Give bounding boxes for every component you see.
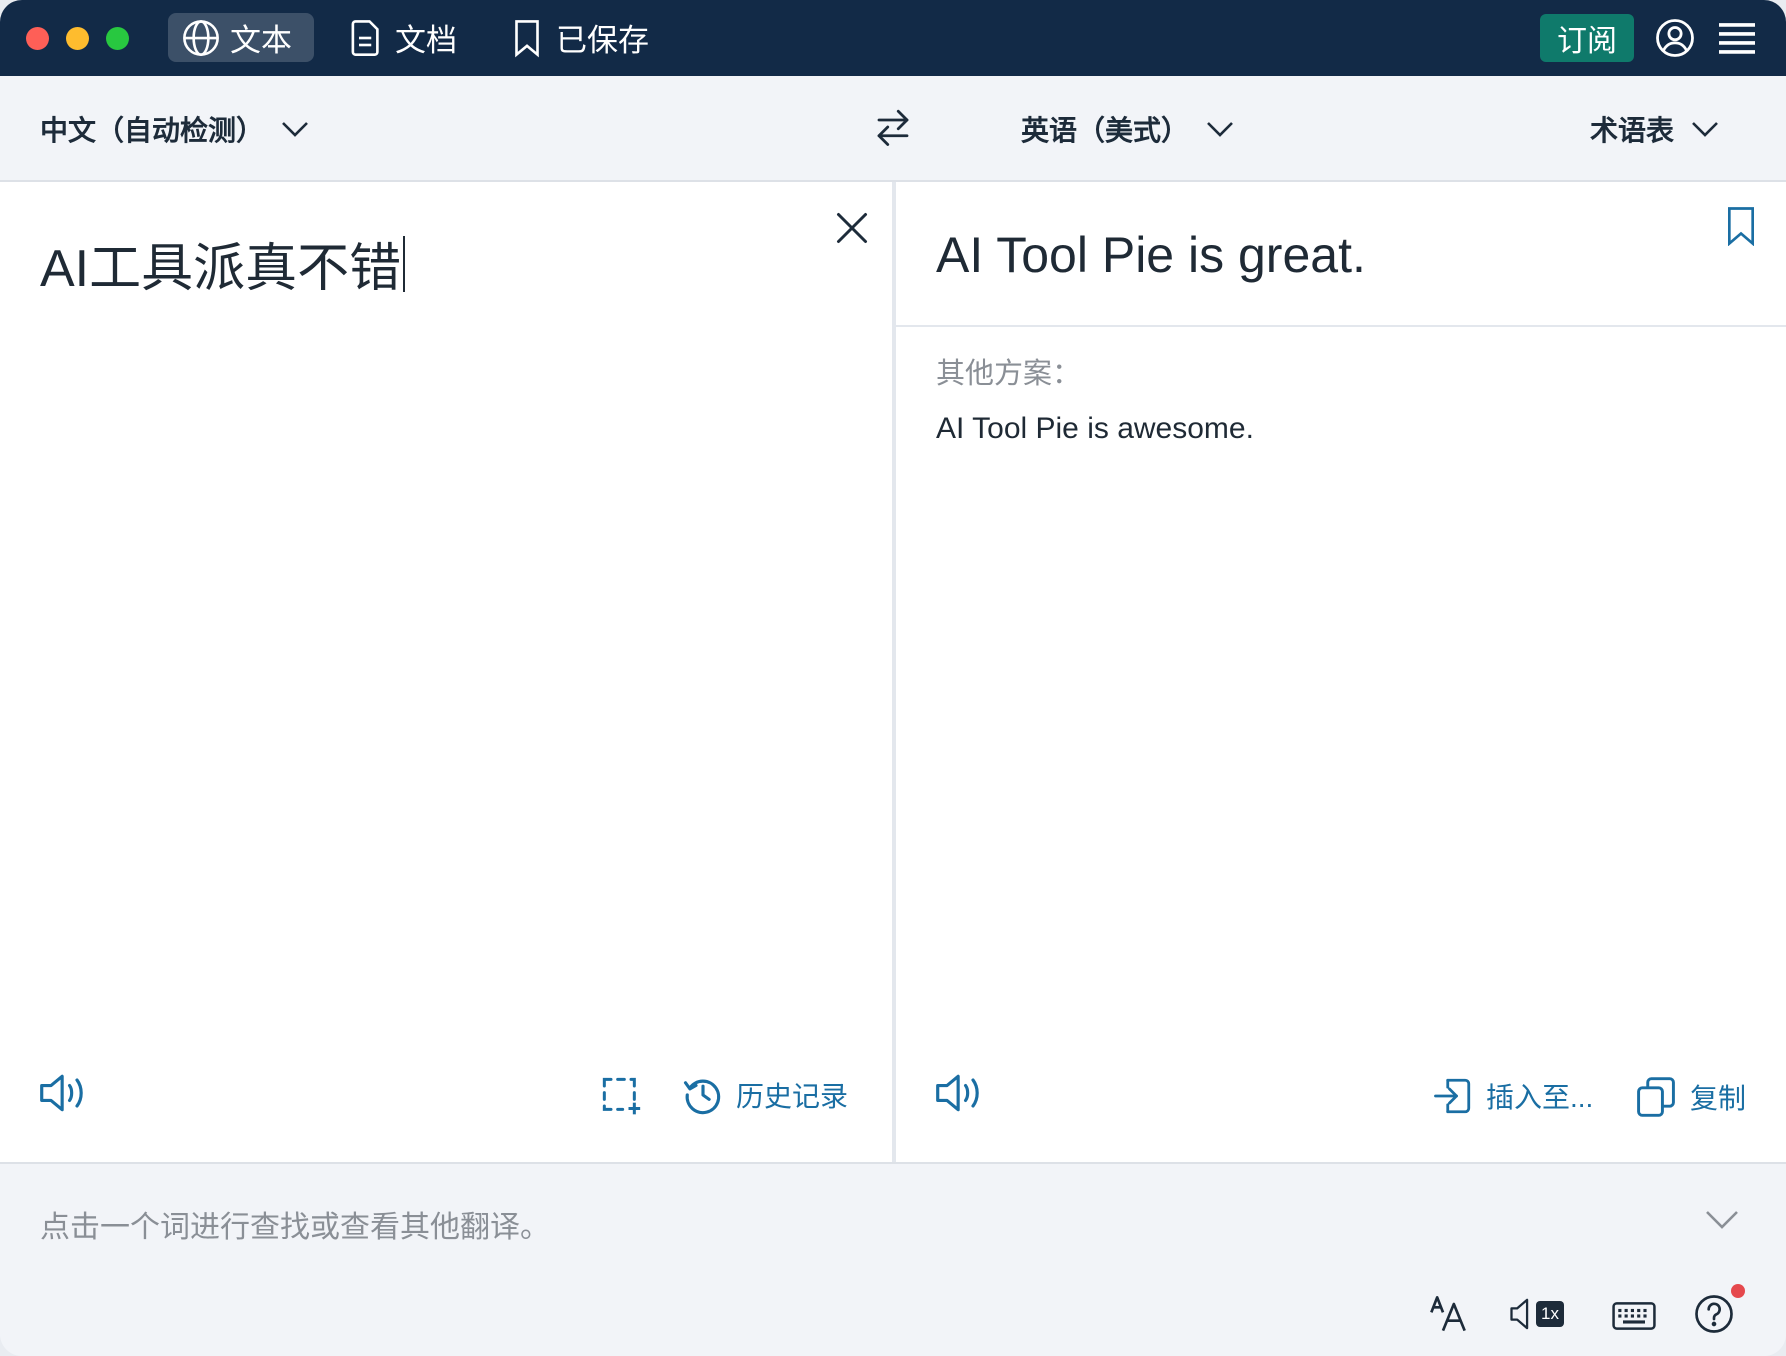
- history-label: 历史记录: [736, 1081, 849, 1112]
- target-language-select[interactable]: 英语（美式）: [1021, 109, 1235, 149]
- source-language-select[interactable]: 中文（自动检测）: [40, 109, 310, 149]
- zoom-window-button[interactable]: [106, 27, 129, 50]
- tab-saved[interactable]: 已保存: [494, 13, 664, 62]
- chevron-down-icon: [1207, 122, 1233, 137]
- subscribe-button[interactable]: 订阅: [1540, 14, 1634, 62]
- translation-text[interactable]: AI Tool Pie is great.: [936, 226, 1366, 284]
- tab-text[interactable]: 文本: [168, 13, 314, 62]
- tab-documents-label: 文档: [395, 23, 457, 58]
- screen-capture-icon[interactable]: [600, 1076, 642, 1116]
- target-language-label: 英语（美式）: [1021, 115, 1190, 146]
- source-text-input[interactable]: AI工具派真不错: [40, 226, 406, 301]
- tab-text-label: 文本: [230, 23, 292, 58]
- speech-speed-value: 1x: [1536, 1301, 1564, 1327]
- source-panel: AI工具派真不错 历史记录: [0, 182, 892, 1162]
- copy-label: 复制: [1690, 1083, 1747, 1114]
- tab-documents[interactable]: 文档: [333, 13, 473, 62]
- copy-button[interactable]: 复制: [1634, 1075, 1746, 1119]
- tab-saved-label: 已保存: [556, 23, 649, 58]
- help-icon[interactable]: [1694, 1294, 1734, 1334]
- bookmark-icon: [515, 19, 539, 57]
- swap-languages-button[interactable]: [872, 106, 914, 148]
- text-caret: [403, 236, 406, 292]
- globe-icon: [183, 19, 219, 56]
- close-icon[interactable]: [834, 210, 870, 246]
- insert-to-button[interactable]: 插入至...: [1432, 1075, 1593, 1117]
- keyboard-icon[interactable]: [1612, 1298, 1656, 1334]
- history-button[interactable]: 历史记录: [682, 1074, 848, 1116]
- close-window-button[interactable]: [26, 27, 49, 50]
- insert-label: 插入至...: [1486, 1082, 1594, 1113]
- chevron-down-icon: [1692, 122, 1718, 137]
- source-text: AI工具派真不错: [40, 240, 402, 298]
- dictionary-bar: 点击一个词进行查找或查看其他翻译。 1x: [0, 1162, 1786, 1356]
- minimize-window-button[interactable]: [66, 27, 89, 50]
- target-panel: AI Tool Pie is great. 其他方案： AI Tool Pie …: [896, 182, 1786, 1162]
- speech-speed-button[interactable]: 1x: [1508, 1294, 1574, 1334]
- glossary-label: 术语表: [1590, 115, 1675, 146]
- source-language-label: 中文（自动检测）: [40, 115, 265, 146]
- title-bar: 文本 文档 已保存 订阅: [0, 0, 1786, 76]
- alternative-translation[interactable]: AI Tool Pie is awesome.: [936, 412, 1254, 446]
- insert-icon: [1434, 1078, 1471, 1114]
- language-bar: 中文（自动检测） 英语（美式） 术语表: [0, 76, 1786, 182]
- speaker-icon[interactable]: [38, 1070, 90, 1116]
- chevron-down-icon: [282, 122, 308, 137]
- document-icon: [351, 19, 379, 56]
- history-icon: [683, 1079, 721, 1115]
- translator-window: 文本 文档 已保存 订阅 中文（自动检测） 英语（美式） 术语表 AI工具派真不…: [0, 0, 1786, 1356]
- speaker-icon: [1510, 1298, 1529, 1330]
- alternatives-label: 其他方案：: [936, 358, 1082, 390]
- hamburger-menu-icon[interactable]: [1717, 20, 1757, 56]
- glossary-button[interactable]: 术语表: [1590, 109, 1720, 149]
- account-icon[interactable]: [1654, 17, 1696, 59]
- notification-dot: [1731, 1284, 1745, 1298]
- translation-separator: [896, 325, 1786, 327]
- copy-icon: [1637, 1077, 1675, 1117]
- bookmark-icon[interactable]: [1726, 206, 1756, 246]
- chevron-down-icon[interactable]: [1704, 1208, 1740, 1232]
- font-size-icon[interactable]: [1428, 1294, 1468, 1334]
- speaker-icon[interactable]: [934, 1070, 986, 1116]
- dictionary-hint: 点击一个词进行查找或查看其他翻译。: [40, 1211, 550, 1244]
